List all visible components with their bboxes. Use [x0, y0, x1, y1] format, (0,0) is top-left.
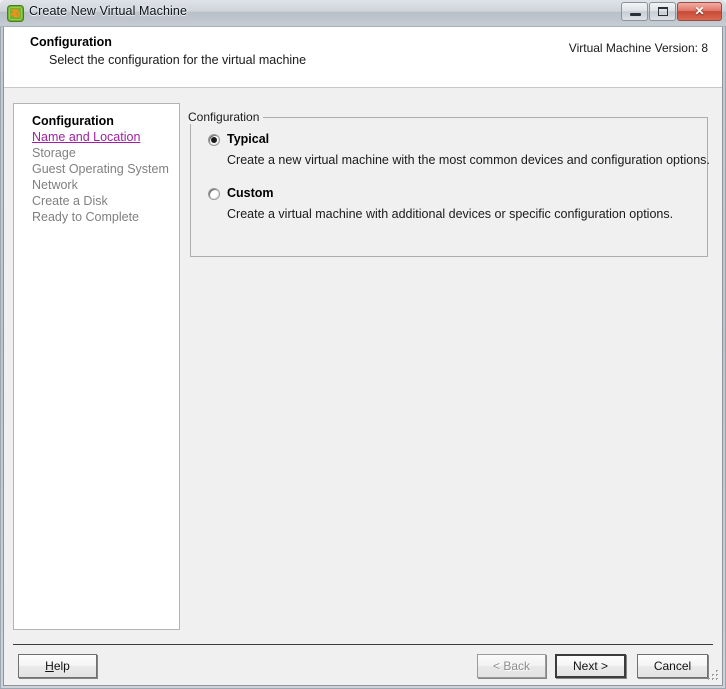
close-button[interactable]: ✕ [677, 2, 722, 21]
cancel-button[interactable]: Cancel [637, 654, 708, 678]
option-typical-label: Typical [227, 132, 270, 146]
radio-custom[interactable] [208, 188, 220, 200]
title-bar[interactable]: Create New Virtual Machine ✕ [0, 0, 726, 27]
vm-app-icon [7, 5, 24, 22]
option-custom-description: Create a virtual machine with additional… [227, 207, 674, 221]
dialog-footer: Help < Back Next > Cancel [4, 645, 722, 684]
wizard-step-list: Configuration Name and Location Storage … [13, 103, 180, 630]
maximize-button[interactable] [649, 2, 676, 21]
help-button[interactable]: Help [18, 654, 97, 678]
vm-version-label: Virtual Machine Version: 8 [568, 41, 708, 55]
sidebar-item-create-a-disk[interactable]: Create a Disk [32, 193, 179, 209]
configuration-groupbox: Typical Create a new virtual machine wit… [190, 117, 710, 257]
help-button-label: elp [53, 659, 70, 673]
sidebar-item-storage[interactable]: Storage [32, 145, 179, 161]
window-title: Create New Virtual Machine [29, 4, 187, 18]
option-custom-label: Custom [227, 186, 274, 200]
radio-typical[interactable] [208, 134, 220, 146]
page-title: Configuration [30, 35, 112, 49]
option-typical-description: Create a new virtual machine with the mo… [227, 153, 710, 167]
maximize-icon [658, 7, 668, 16]
window-controls: ✕ [621, 2, 722, 21]
sidebar-item-network[interactable]: Network [32, 177, 179, 193]
sidebar-item-name-and-location[interactable]: Name and Location [32, 129, 179, 145]
create-new-virtual-machine-dialog: Create New Virtual Machine ✕ Configurati… [0, 0, 726, 689]
sidebar-item-guest-operating-system[interactable]: Guest Operating System [32, 161, 179, 177]
next-button[interactable]: Next > [555, 654, 626, 678]
resize-grip-icon[interactable] [706, 668, 720, 682]
wizard-header: Configuration Select the configuration f… [4, 27, 722, 88]
dialog-client-area: Configuration Select the configuration f… [3, 27, 723, 686]
page-subtitle: Select the configuration for the virtual… [49, 53, 307, 67]
minimize-button[interactable] [621, 2, 648, 21]
help-button-mnemonic: H [45, 659, 54, 673]
back-button[interactable]: < Back [477, 654, 546, 678]
sidebar-item-configuration[interactable]: Configuration [32, 113, 179, 129]
sidebar-item-ready-to-complete[interactable]: Ready to Complete [32, 209, 179, 225]
configuration-groupbox-label: Configuration [184, 110, 264, 124]
minimize-icon [630, 13, 641, 16]
close-icon: ✕ [694, 4, 705, 18]
radio-selected-dot [211, 137, 217, 143]
